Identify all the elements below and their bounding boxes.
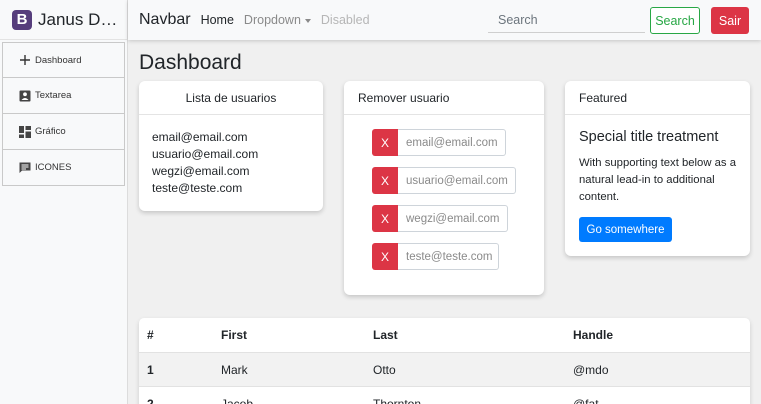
top-navbar: Navbar Home Dropdown Disabled Search Sai… — [128, 0, 761, 40]
remove-row: X — [372, 129, 506, 156]
remove-card-header: Remover usuario — [344, 81, 544, 115]
nav-dropdown-label: Dropdown — [243, 13, 301, 27]
featured-card-header: Featured — [565, 81, 750, 115]
table-header-cell: Last — [373, 328, 398, 342]
table-cell: @fat — [573, 397, 599, 404]
table-row: 1 Mark Otto @mdo — [139, 352, 750, 386]
sidebar-item-label: Textarea — [35, 90, 72, 101]
page-title: Dashboard — [139, 51, 242, 74]
nav-disabled-link: Disabled — [320, 13, 370, 27]
sidebar-item-textarea[interactable]: Textarea — [2, 78, 125, 114]
plus-icon — [18, 54, 31, 67]
users-list-card: Lista de usuarios email@email.com usuari… — [139, 81, 323, 211]
brand-logo: B — [12, 9, 32, 30]
caret-down-icon — [304, 18, 311, 23]
person-badge-icon — [18, 89, 31, 102]
sidebar-item-dashboard[interactable]: Dashboard — [2, 42, 125, 78]
list-item: email@email.com — [152, 130, 248, 144]
list-item: usuario@email.com — [152, 147, 259, 161]
chat-icon — [18, 161, 31, 174]
users-table: # First Last Handle 1 Mark Otto @mdo 2 J… — [139, 318, 750, 404]
sidebar-item-grafico[interactable]: Gráfico — [2, 114, 125, 150]
remove-button[interactable]: X — [372, 167, 398, 194]
remove-email-field[interactable] — [398, 205, 508, 232]
list-item: wegzi@email.com — [152, 164, 250, 178]
users-list: email@email.com usuario@email.com wegzi@… — [139, 115, 323, 197]
table-cell: @mdo — [573, 363, 609, 377]
remove-button[interactable]: X — [372, 243, 398, 270]
table-cell: Otto — [373, 363, 396, 377]
users-card-header: Lista de usuarios — [139, 81, 323, 115]
sidebar-item-label: ICONES — [35, 162, 72, 173]
table-row: 2 Jacob Thornton @fat — [139, 386, 750, 404]
table-cell: Thornton — [373, 397, 422, 404]
remove-email-field[interactable] — [398, 129, 506, 156]
sidebar-item-icones[interactable]: ICONES — [2, 150, 125, 186]
table-header-cell: # — [147, 328, 154, 342]
search-input[interactable] — [488, 7, 645, 33]
table-cell: Mark — [221, 363, 248, 377]
table-header-cell: First — [221, 328, 248, 342]
remove-user-card: Remover usuario X X X X — [344, 81, 544, 295]
remove-row: X — [372, 167, 516, 194]
featured-card: Featured Special title treatment With su… — [565, 81, 750, 256]
table-cell: Jacob — [221, 397, 254, 404]
logout-button[interactable]: Sair — [711, 7, 749, 34]
table-cell: 2 — [147, 397, 154, 404]
go-somewhere-button[interactable]: Go somewhere — [579, 217, 672, 242]
dashboard-grid-icon — [18, 125, 31, 138]
remove-button[interactable]: X — [372, 205, 398, 232]
brand-name: Janus D… — [38, 9, 118, 29]
table-header-cell: Handle — [573, 328, 614, 342]
navbar-brand[interactable]: Navbar — [139, 11, 191, 29]
remove-button[interactable]: X — [372, 129, 398, 156]
remove-row: X — [372, 205, 508, 232]
sidebar-item-label: Gráfico — [35, 126, 66, 137]
remove-row: X — [372, 243, 499, 270]
table-header-row: # First Last Handle — [139, 318, 750, 352]
nav-dropdown[interactable]: Dropdown — [244, 13, 311, 27]
featured-text: With supporting text below as a natural … — [579, 157, 736, 203]
featured-title: Special title treatment — [579, 129, 719, 145]
list-item: teste@teste.com — [152, 181, 243, 195]
search-button[interactable]: Search — [650, 7, 700, 34]
nav-home-link[interactable]: Home — [201, 13, 234, 27]
table-cell: 1 — [147, 363, 154, 377]
sidebar: B Janus D… Dashboard Textarea Gráfico IC… — [0, 0, 128, 404]
remove-email-field[interactable] — [398, 167, 516, 194]
sidebar-item-label: Dashboard — [35, 54, 82, 66]
remove-email-field[interactable] — [398, 243, 499, 270]
sidebar-brand[interactable]: B Janus D… — [0, 0, 127, 40]
